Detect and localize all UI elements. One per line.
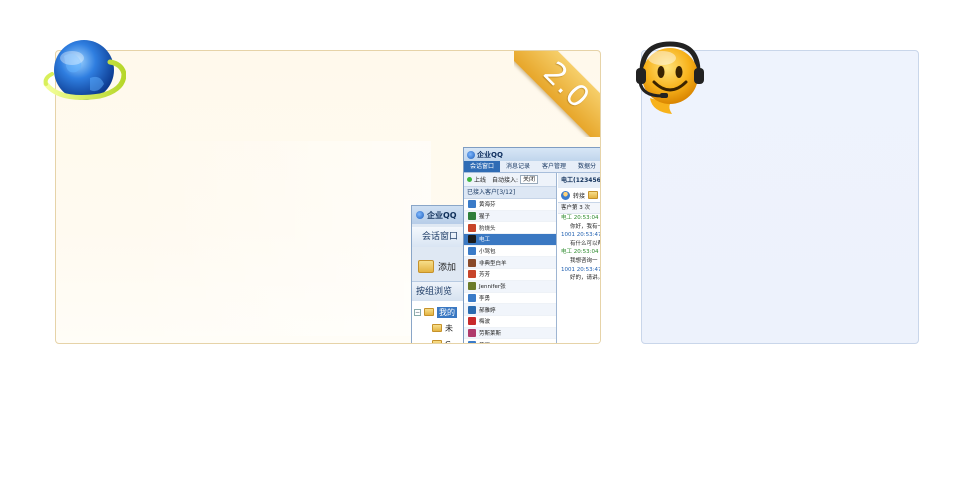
contact-name: 非典型白羊 bbox=[479, 260, 507, 267]
chat-sender-line: 电工 20:53:04 bbox=[561, 249, 599, 256]
avatar bbox=[468, 212, 476, 221]
contact-row[interactable]: 猩子 bbox=[464, 210, 556, 223]
avatar bbox=[468, 235, 476, 244]
contact-name: 梅波 bbox=[479, 319, 491, 326]
chat-visit-info: 客户第 3 次 bbox=[558, 203, 600, 214]
contact-name: 黄海芬 bbox=[479, 202, 496, 209]
tab-customers[interactable]: 客户管理 bbox=[536, 161, 572, 172]
avatar bbox=[468, 282, 476, 291]
contact-name: 黄雨 bbox=[479, 341, 490, 344]
contact-name: 电工 bbox=[479, 237, 491, 244]
card-glow bbox=[131, 141, 431, 336]
avatar bbox=[468, 293, 476, 302]
contact-row[interactable]: 豹烧头 bbox=[464, 222, 556, 235]
chat-message: 好的，请讲。 bbox=[570, 275, 601, 282]
contact-name: 小驾包 bbox=[479, 249, 496, 256]
contact-row[interactable]: 非典型白羊 bbox=[464, 257, 556, 270]
contact-name: 李勇 bbox=[479, 295, 491, 302]
transfer-button[interactable]: 转接 bbox=[573, 191, 585, 200]
version-ribbon: 2.0 bbox=[514, 51, 600, 137]
contact-row[interactable]: 梅波 bbox=[464, 316, 556, 328]
contact-row[interactable]: 李勇 bbox=[464, 293, 556, 305]
add-button[interactable]: 添加 bbox=[438, 260, 456, 273]
contact-row[interactable]: 小驾包 bbox=[464, 246, 556, 258]
tab-data[interactable]: 数据分 bbox=[572, 161, 600, 172]
avatar bbox=[468, 200, 476, 209]
avatar bbox=[468, 258, 476, 267]
chat-sender-line: 1001 20:53:47 bbox=[561, 266, 601, 273]
contact-row[interactable]: 电工 bbox=[464, 234, 556, 246]
tree-label: C bbox=[445, 339, 451, 344]
version-label: 2.0 bbox=[536, 55, 597, 116]
chat-message: 我想咨询一 bbox=[570, 257, 598, 264]
chat-toolbar: 转接 bbox=[558, 188, 600, 203]
avatar bbox=[468, 305, 476, 314]
tree-label: 未 bbox=[445, 323, 453, 333]
status-dropdown[interactable]: 上线 bbox=[474, 175, 486, 184]
contact-name: 劳斯莱斯 bbox=[479, 330, 502, 337]
chat-sender-line: 1001 20:53:47 bbox=[561, 232, 601, 239]
chat-sender-line: 电工 20:53:04 bbox=[561, 215, 599, 221]
contact-row[interactable]: 芳芳 bbox=[464, 269, 556, 281]
tab-history[interactable]: 消息记录 bbox=[500, 161, 536, 172]
front-window-titlebar: 企业QQ bbox=[464, 148, 600, 161]
qq-icon bbox=[467, 150, 475, 159]
group-header[interactable]: 已接入客户[3/12] bbox=[464, 187, 556, 199]
avatar bbox=[468, 223, 476, 232]
folder-icon[interactable] bbox=[588, 191, 599, 199]
contact-pane: 上线 自动接入: 关闭 已接入客户[3/12] 黄海芬猩子豹烧头电工小驾包非典型… bbox=[464, 173, 557, 344]
status-bar: 上线 自动接入: 关闭 bbox=[464, 173, 556, 187]
tab-session[interactable]: 会话窗口 bbox=[464, 161, 500, 172]
qq-icon bbox=[416, 211, 424, 219]
transfer-icon bbox=[561, 190, 570, 200]
contact-row[interactable]: 劳斯莱斯 bbox=[464, 327, 556, 340]
contact-name: 猩子 bbox=[479, 214, 491, 221]
auto-accept-select[interactable]: 关闭 bbox=[520, 175, 539, 184]
folder-icon bbox=[424, 308, 434, 316]
online-status-icon bbox=[467, 177, 472, 182]
customer-service-smiley-icon bbox=[636, 41, 704, 114]
avatar bbox=[468, 247, 476, 256]
chat-pane: 电工(1234567 转接 客户第 3 次 电工 20:53:04 你好，我有一 1… bbox=[558, 173, 601, 343]
back-window-title: 企业QQ bbox=[427, 210, 457, 220]
add-folder-icon bbox=[418, 259, 434, 273]
auto-accept-label: 自动接入: bbox=[492, 177, 519, 184]
folder-icon bbox=[432, 324, 442, 332]
promo-card-left[interactable]: 企业QQ 会话窗口 添加 按组浏览 − 我的 未 C 企业QQ 会话窗口 消息记… bbox=[55, 50, 601, 344]
front-window-title: 企业QQ bbox=[477, 150, 503, 159]
contact-row[interactable]: 黄海芬 bbox=[464, 199, 556, 211]
contact-row[interactable]: 黄雨 bbox=[464, 339, 556, 344]
chat-message: 有什么可以帮 bbox=[570, 240, 601, 247]
front-window-tabs: 会话窗口 消息记录 客户管理 数据分 bbox=[464, 161, 600, 173]
front-window: 企业QQ 会话窗口 消息记录 客户管理 数据分 上线 自动接入: 关闭 已接入客… bbox=[463, 147, 601, 344]
contact-row[interactable]: Jennifer张 bbox=[464, 280, 556, 293]
avatar bbox=[468, 317, 476, 326]
contact-name: 芳芳 bbox=[479, 272, 491, 279]
contact-row[interactable]: 郝雅婷 bbox=[464, 304, 556, 316]
avatar bbox=[468, 328, 476, 337]
globe-icon bbox=[43, 40, 126, 100]
version-band: 2.0 bbox=[514, 51, 600, 137]
folder-icon bbox=[432, 340, 442, 343]
avatar bbox=[468, 340, 476, 343]
contact-name: 郝雅婷 bbox=[479, 307, 496, 314]
chat-log: 电工 20:53:04 你好，我有一 1001 20:53:47 有什么可以帮 电工 2… bbox=[558, 214, 601, 283]
contact-name: 豹烧头 bbox=[479, 225, 496, 232]
tree-label: 我的 bbox=[437, 306, 457, 318]
contact-name: Jennifer张 bbox=[479, 284, 506, 291]
collapse-icon[interactable]: − bbox=[414, 308, 421, 316]
chat-title: 电工(1234567 bbox=[558, 173, 600, 188]
chat-message: 你好，我有一 bbox=[570, 223, 601, 230]
contact-list: 黄海芬猩子豹烧头电工小驾包非典型白羊芳芳 Jennifer张 李勇郝雅婷梅波劳斯莱斯… bbox=[464, 199, 556, 344]
avatar bbox=[468, 270, 476, 279]
